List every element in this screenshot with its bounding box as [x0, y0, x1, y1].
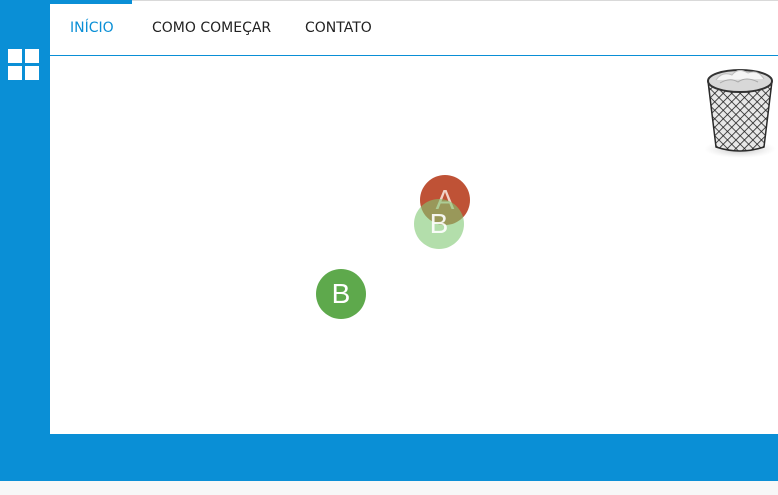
main-content: INÍCIO COMO COMEÇAR CONTATO A B B: [50, 0, 778, 434]
trash-can-icon[interactable]: [702, 63, 776, 159]
grid-icon[interactable]: [8, 49, 40, 81]
bottom-strip: [0, 481, 778, 495]
grid-icon-cell: [8, 66, 22, 80]
node-b[interactable]: B: [316, 269, 366, 319]
sidebar: [0, 0, 50, 434]
tab-contato[interactable]: CONTATO: [305, 0, 372, 55]
node-b-drag-ghost[interactable]: B: [414, 199, 464, 249]
grid-icon-cell: [8, 49, 22, 63]
tab-inicio[interactable]: INÍCIO: [70, 0, 114, 55]
grid-icon-cell: [25, 66, 39, 80]
tab-como-comecar[interactable]: COMO COMEÇAR: [152, 0, 271, 55]
top-navigation: INÍCIO COMO COMEÇAR CONTATO: [50, 0, 778, 56]
grid-icon-cell: [25, 49, 39, 63]
